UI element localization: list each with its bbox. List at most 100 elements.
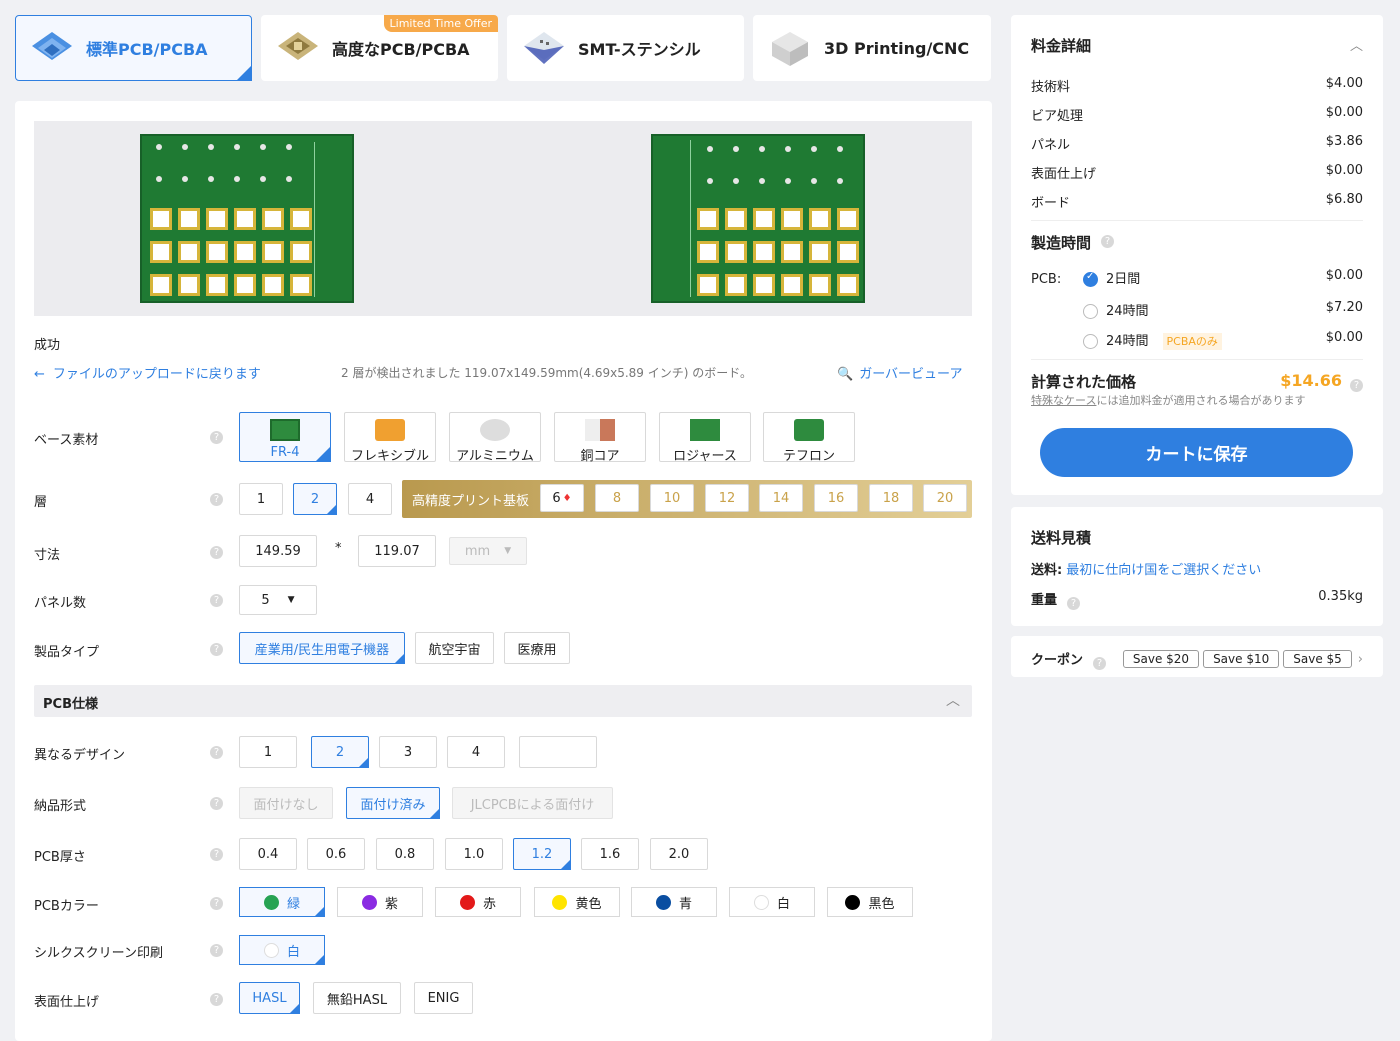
hd-layer-10[interactable]: 10 <box>650 484 694 512</box>
option-label: 18 <box>882 490 900 506</box>
help-icon[interactable]: ? <box>210 897 223 910</box>
build-24h-radio[interactable] <box>1083 304 1098 319</box>
help-icon[interactable]: ? <box>210 797 223 810</box>
3d-cube-icon <box>772 32 808 66</box>
material-rogers[interactable]: ロジャース <box>659 412 751 464</box>
tab-standard-pcb[interactable]: 標準PCB/PCBA <box>15 15 267 81</box>
color-green[interactable]: 緑 <box>239 887 325 917</box>
help-icon[interactable]: ? <box>210 594 223 607</box>
tab-advanced-pcb[interactable]: 高度なPCB/PCBA Limited Time Offer <box>261 15 498 81</box>
color-swatch <box>263 942 279 958</box>
help-icon[interactable]: ? <box>210 746 223 759</box>
thickness-1-2[interactable]: 1.2 <box>513 838 571 870</box>
help-icon[interactable]: ? <box>1101 235 1115 248</box>
pcb-spec-header[interactable]: PCB仕様 ︿ <box>34 685 972 717</box>
delivery-jlcpcb-panel[interactable]: JLCPCBによる面付け <box>452 787 613 819</box>
coupon-badge[interactable]: Save $10 <box>1203 649 1280 668</box>
build-2days-radio[interactable] <box>1083 271 1098 287</box>
finish-hasl[interactable]: HASL <box>239 982 300 1014</box>
coupon-badge[interactable]: Save $20 <box>1122 649 1200 668</box>
product-type-industrial[interactable]: 産業用/民生用電子機器 <box>239 632 405 664</box>
thickness-1-0[interactable]: 1.0 <box>445 838 503 870</box>
help-icon[interactable]: ? <box>210 848 223 861</box>
help-icon[interactable]: ? <box>210 643 223 656</box>
material-copper-core[interactable]: 銅コア <box>554 412 646 464</box>
material-teflon[interactable]: テフロン <box>763 412 855 464</box>
thickness-0-4[interactable]: 0.4 <box>239 838 297 870</box>
thickness-2-0[interactable]: 2.0 <box>650 838 708 870</box>
coupon-panel[interactable]: クーポン? Save $20 Save $10 Save $5 › <box>1011 636 1383 677</box>
special-case-link[interactable]: 特殊なケース <box>1031 392 1096 408</box>
hd-layer-12[interactable]: 12 <box>705 484 749 512</box>
chevron-right-icon[interactable]: › <box>1358 652 1363 667</box>
help-icon[interactable]: ? <box>1350 379 1363 392</box>
panel-qty-label: パネル数 <box>34 596 87 611</box>
color-blue[interactable]: 青 <box>631 887 717 917</box>
save-to-cart-button[interactable]: カートに保存 <box>1040 428 1353 477</box>
design-option-1[interactable]: 1 <box>239 736 297 768</box>
delivery-single[interactable]: 面付けなし <box>239 787 333 819</box>
hd-layer-14[interactable]: 14 <box>759 484 803 512</box>
material-label: アルミニウム <box>456 449 534 464</box>
coupon-badge[interactable]: Save $5 <box>1283 649 1352 668</box>
select-country-link[interactable]: 最初に仕向け国をご選択ください <box>1066 559 1261 578</box>
color-yellow[interactable]: 黄色 <box>534 887 620 917</box>
material-fr4[interactable]: FR-4 <box>239 412 346 462</box>
pcb-bottom-preview <box>651 134 865 303</box>
help-icon[interactable]: ? <box>210 493 223 506</box>
delivery-panelized[interactable]: 面付け済み <box>346 787 440 819</box>
unit-select[interactable]: mm ▼ <box>449 537 527 565</box>
product-type-aerospace[interactable]: 航空宇宙 <box>415 632 494 664</box>
gerber-viewer-link[interactable]: 🔍 ガーバービューア <box>837 363 963 382</box>
design-option-4[interactable]: 4 <box>447 736 505 768</box>
hd-pcb-strip: 高精度プリント基板 6 ♦ 8 10 12 14 16 18 20 <box>402 480 972 518</box>
option-label: ENIG <box>427 990 460 1006</box>
hd-layer-6[interactable]: 6 ♦ <box>540 484 584 512</box>
help-icon[interactable]: ? <box>1093 657 1107 670</box>
help-icon[interactable]: ? <box>210 944 223 957</box>
color-black[interactable]: 黒色 <box>827 887 913 917</box>
thickness-1-6[interactable]: 1.6 <box>581 838 639 870</box>
silkscreen-white[interactable]: 白 <box>239 935 325 965</box>
option-label: 14 <box>772 490 790 506</box>
hd-layer-8[interactable]: 8 <box>595 484 639 512</box>
thickness-0-6[interactable]: 0.6 <box>307 838 365 870</box>
layer-option-1[interactable]: 1 <box>239 483 283 515</box>
design-option-2[interactable]: 2 <box>311 736 369 768</box>
build-24h-pcba-radio[interactable] <box>1083 334 1098 349</box>
width-input[interactable]: 149.59 <box>239 535 317 567</box>
back-to-upload-link[interactable]: ← ファイルのアップロードに戻ります <box>34 363 261 382</box>
tab-3d-printing[interactable]: 3D Printing/CNC <box>753 15 991 81</box>
product-type-medical[interactable]: 医療用 <box>504 632 570 664</box>
help-icon[interactable]: ? <box>210 431 223 444</box>
hd-layer-18[interactable]: 18 <box>869 484 913 512</box>
finish-leadfree-hasl[interactable]: 無鉛HASL <box>313 982 401 1014</box>
tab-label: 3D Printing/CNC <box>824 38 970 58</box>
design-option-3[interactable]: 3 <box>379 736 437 768</box>
hd-layer-20[interactable]: 20 <box>923 484 967 512</box>
thickness-0-8[interactable]: 0.8 <box>376 838 434 870</box>
layer-option-2[interactable]: 2 <box>293 483 337 515</box>
option-label: 12 <box>718 490 736 506</box>
pcb-spec-title: PCB仕様 <box>43 697 98 712</box>
layers-label: 層 <box>34 495 48 510</box>
color-white[interactable]: 白 <box>729 887 815 917</box>
color-name: 黄色 <box>575 896 602 912</box>
color-red[interactable]: 赤 <box>435 887 521 917</box>
help-icon[interactable]: ? <box>1067 597 1081 610</box>
help-icon[interactable]: ? <box>210 546 223 559</box>
panel-qty-select[interactable]: 5 ▼ <box>239 585 317 615</box>
help-icon[interactable]: ? <box>210 993 223 1006</box>
chevron-up-icon[interactable]: ︿ <box>1350 35 1363 56</box>
tab-smt-stencil[interactable]: SMT-ステンシル <box>507 15 744 81</box>
color-purple[interactable]: 紫 <box>337 887 423 917</box>
hd-layer-16[interactable]: 16 <box>814 484 858 512</box>
material-flex[interactable]: フレキシブル <box>344 412 436 464</box>
finish-enig[interactable]: ENIG <box>414 982 473 1014</box>
layer-option-4[interactable]: 4 <box>348 483 392 515</box>
height-input[interactable]: 119.07 <box>358 535 436 567</box>
design-custom-input[interactable] <box>519 736 597 768</box>
option-label: 16 <box>827 490 845 506</box>
material-aluminum[interactable]: アルミニウム <box>449 412 541 464</box>
option-label: 1.2 <box>531 846 553 862</box>
